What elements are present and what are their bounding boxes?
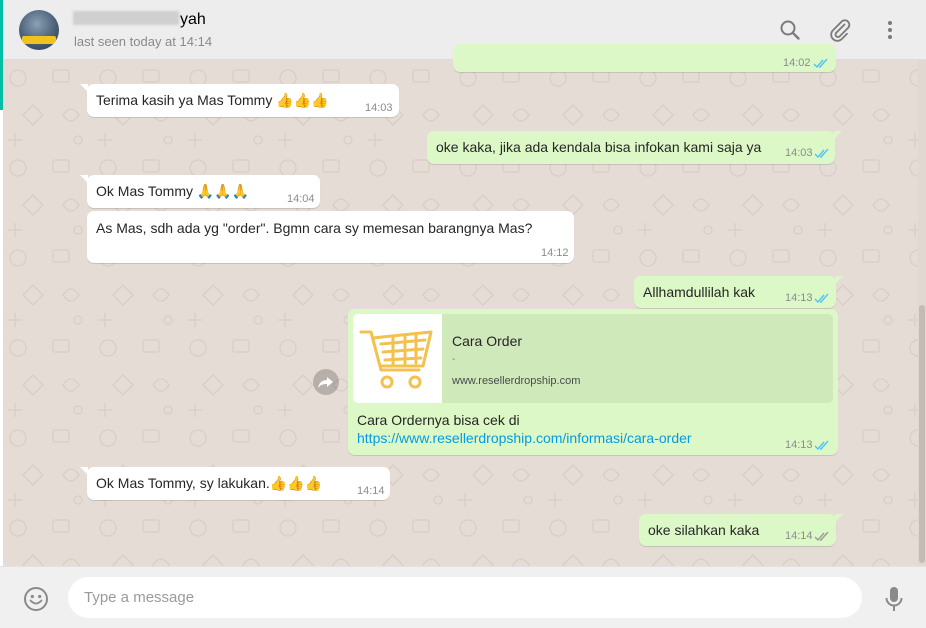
chat-scrollbar-thumb[interactable] <box>919 305 925 563</box>
read-receipt-icon <box>814 148 829 159</box>
attach-icon[interactable] <box>828 18 852 42</box>
link-preview-title: Cara Order <box>452 333 523 349</box>
menu-icon[interactable] <box>878 18 902 42</box>
message-time: 14:14 <box>357 485 385 497</box>
message-time: 14:12 <box>541 247 569 259</box>
message-text: Terima kasih ya Mas Tommy <box>96 92 273 108</box>
praying-hands-emoji: 🙏🙏🙏 <box>196 183 250 199</box>
message-bubble-link-preview[interactable]: Cara Order - www.resellerdropship.com Ca… <box>348 309 838 455</box>
avatar[interactable] <box>19 10 59 50</box>
last-seen-status: last seen today at 14:14 <box>74 34 213 49</box>
link-preview-domain: www.resellerdropship.com <box>452 375 581 387</box>
message-text: Ok Mas Tommy <box>96 183 193 199</box>
read-receipt-icon <box>814 440 829 451</box>
message-link[interactable]: https://www.resellerdropship.com/informa… <box>357 430 692 446</box>
read-receipt-icon <box>813 58 828 69</box>
message-time: 14:13 <box>785 292 813 304</box>
message-time: 14:03 <box>365 102 393 114</box>
message-time: 14:13 <box>785 439 813 451</box>
link-preview-thumbnail <box>353 314 442 403</box>
message-text: oke kaka, jika ada kendala bisa infokan … <box>436 139 762 155</box>
message-text: Ok Mas Tommy, sy lakukan. <box>96 475 270 491</box>
forward-button[interactable] <box>313 369 339 395</box>
message-text: Cara Ordernya bisa cek di <box>357 412 520 428</box>
message-bubble-partial[interactable]: 14:02 <box>453 44 836 72</box>
message-bubble-incoming[interactable]: Ok Mas Tommy, sy lakukan.👍👍👍 14:14 <box>80 467 390 500</box>
thumbs-up-emoji: 👍👍👍 <box>276 92 329 108</box>
message-time: 14:02 <box>783 57 811 69</box>
message-bubble-incoming[interactable]: As Mas, sdh ada yg "order". Bgmn cara sy… <box>87 211 574 263</box>
message-bubble-outgoing[interactable]: oke kaka, jika ada kendala bisa infokan … <box>427 131 842 164</box>
thumbs-up-emoji: 👍👍👍 <box>269 475 323 491</box>
message-time: 14:04 <box>287 193 315 205</box>
redacted-name-blur <box>73 11 179 25</box>
message-time: 14:14 <box>785 530 813 542</box>
message-time: 14:03 <box>785 147 813 159</box>
message-text: As Mas, sdh ada yg "order". Bgmn cara sy… <box>96 220 533 236</box>
message-bubble-outgoing[interactable]: Allhamdullilah kak 14:13 <box>634 276 843 308</box>
search-icon[interactable] <box>778 18 802 42</box>
link-preview-card[interactable]: Cara Order - www.resellerdropship.com <box>353 314 833 403</box>
read-receipt-icon <box>814 293 829 304</box>
delivered-receipt-icon <box>814 531 829 542</box>
message-text: Allhamdullilah kak <box>643 284 756 300</box>
message-composer-bar <box>0 566 926 628</box>
forward-icon <box>318 377 333 388</box>
microphone-icon[interactable] <box>883 585 905 613</box>
message-input[interactable] <box>68 577 862 618</box>
message-bubble-outgoing[interactable]: oke silahkan kaka 14:14 <box>639 514 843 546</box>
link-preview-description: - <box>452 354 456 365</box>
emoji-icon[interactable] <box>23 586 49 612</box>
shopping-cart-icon <box>359 330 433 389</box>
message-bubble-incoming[interactable]: Terima kasih ya Mas Tommy 👍👍👍 14:03 <box>80 84 399 117</box>
message-text: oke silahkan kaka <box>648 522 760 538</box>
message-bubble-incoming[interactable]: Ok Mas Tommy 🙏🙏🙏 14:04 <box>80 175 320 208</box>
contact-name[interactable]: yah <box>73 11 206 29</box>
